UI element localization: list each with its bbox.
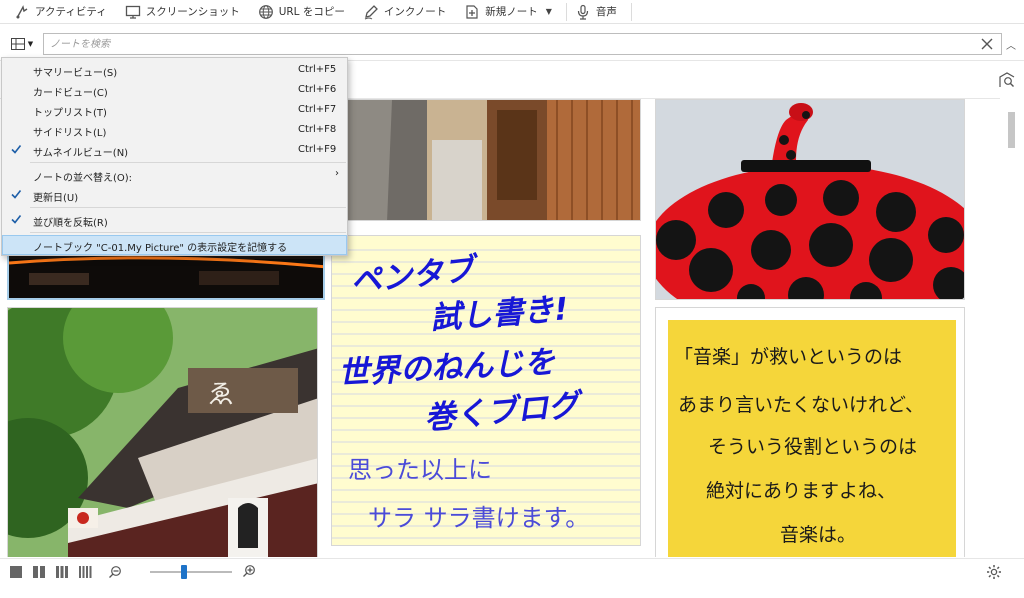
- evernote-window: アクティビティ スクリーンショット URL をコピー インクノート 新規ノート …: [0, 0, 1024, 598]
- ink-line: 巻くブログ: [423, 387, 581, 437]
- status-bar: [0, 558, 1024, 584]
- menu-separator: [30, 232, 346, 233]
- note-thumbnail[interactable]: [655, 99, 965, 300]
- three-column-icon[interactable]: [55, 565, 69, 579]
- menu-item-sort-notes[interactable]: ノートの並べ替え(O): ›: [2, 165, 347, 185]
- main-toolbar: アクティビティ スクリーンショット URL をコピー インクノート 新規ノート …: [0, 0, 1024, 24]
- grid-view-icon: [10, 38, 25, 50]
- alley-photo-image: [332, 100, 640, 220]
- search-row: ▼ ︿: [0, 31, 1024, 57]
- menu-separator: [30, 162, 346, 163]
- gear-icon[interactable]: [986, 564, 1002, 580]
- view-options-button[interactable]: ▼: [4, 33, 40, 55]
- ink-note-text: ペンタブ 試し書き! 世界のねんじを 巻くブログ 思った以上に サラ サラ書けま…: [332, 236, 640, 545]
- ink-line: あまり言いたくないけれど、: [678, 394, 925, 416]
- new-note-icon: [466, 4, 478, 19]
- ink-line: 音楽は。: [780, 524, 857, 546]
- menu-item-sort-updated[interactable]: 更新日(U): [2, 185, 347, 205]
- activity-button[interactable]: アクティビティ: [8, 1, 113, 23]
- menu-item-card-view[interactable]: カードビュー(C) Ctrl+F6: [2, 80, 347, 100]
- activity-icon: [16, 4, 28, 18]
- ink-line: 絶対にありますよね、: [706, 480, 897, 502]
- pumpkin-sculpture-image: [656, 100, 964, 299]
- menu-item-side-list[interactable]: サイドリスト(L) Ctrl+F8: [2, 120, 347, 140]
- ink-note-thumbnail[interactable]: ペンタブ 試し書き! 世界のねんじを 巻くブログ 思った以上に サラ サラ書けま…: [331, 235, 641, 546]
- ink-line: 思った以上に: [348, 456, 492, 484]
- ink-pen-icon: [364, 4, 378, 19]
- chevron-right-icon: ›: [335, 168, 339, 179]
- temple-photo-image: ゑ: [8, 308, 317, 557]
- scrollbar-thumb[interactable]: [1008, 112, 1015, 148]
- checkmark-icon: [11, 190, 22, 199]
- toolbar-divider: [630, 2, 632, 21]
- chevron-down-icon: ▼: [27, 40, 34, 48]
- two-column-icon[interactable]: [32, 565, 46, 579]
- screenshot-icon: [125, 5, 140, 19]
- audio-note-button[interactable]: 音声: [569, 1, 623, 23]
- four-column-icon[interactable]: [78, 565, 92, 579]
- ink-line: 「音楽」が救いというのは: [674, 346, 903, 368]
- search-input[interactable]: [44, 34, 964, 54]
- ink-line: サラ サラ書けます。: [368, 504, 590, 532]
- menu-item-summary-view[interactable]: サマリービュー(S) Ctrl+F5: [2, 60, 347, 80]
- note-search-box: [43, 33, 1002, 55]
- zoom-slider-thumb[interactable]: [181, 565, 188, 579]
- view-options-menu: サマリービュー(S) Ctrl+F5 カードビュー(C) Ctrl+F6 トップ…: [1, 57, 348, 256]
- menu-item-thumbnail-view[interactable]: サムネイルビュー(N) Ctrl+F9: [2, 140, 347, 160]
- zoom-in-icon[interactable]: [242, 564, 256, 578]
- copy-url-button[interactable]: URL をコピー: [252, 1, 351, 23]
- toolbar-divider: [565, 2, 567, 21]
- one-column-icon[interactable]: [9, 565, 23, 579]
- close-icon[interactable]: [979, 36, 995, 52]
- chevron-down-icon[interactable]: ▼: [546, 7, 552, 16]
- zoom-out-icon[interactable]: [108, 565, 122, 579]
- note-thumbnail[interactable]: [331, 99, 641, 221]
- ink-line: 試し書き!: [429, 291, 570, 337]
- vertical-scrollbar[interactable]: [1006, 108, 1016, 548]
- svg-text:ゑ: ゑ: [208, 380, 234, 410]
- chevron-up-icon[interactable]: ︿: [1006, 37, 1016, 52]
- search-options-icon[interactable]: [998, 71, 1016, 89]
- ink-note-thumbnail[interactable]: 「音楽」が救いというのは あまり言いたくないけれど、 そういう役割というのは 絶…: [655, 307, 965, 557]
- new-note-button[interactable]: 新規ノート ▼: [458, 1, 558, 23]
- screenshot-button[interactable]: スクリーンショット: [119, 1, 246, 23]
- checkmark-icon: [11, 215, 22, 224]
- menu-item-top-list[interactable]: トップリスト(T) Ctrl+F7: [2, 100, 347, 120]
- ink-note-text: 「音楽」が救いというのは あまり言いたくないけれど、 そういう役割というのは 絶…: [656, 308, 964, 557]
- menu-separator: [30, 207, 346, 208]
- checkmark-icon: [11, 145, 22, 154]
- ink-line: そういう役割というのは: [708, 436, 918, 458]
- ink-note-button[interactable]: インクノート: [357, 1, 452, 23]
- menu-item-reverse-order[interactable]: 並び順を反転(R): [2, 210, 347, 230]
- microphone-icon: [577, 4, 589, 20]
- zoom-slider[interactable]: [150, 571, 232, 573]
- globe-icon: [258, 4, 273, 19]
- note-thumbnail[interactable]: ゑ: [7, 307, 318, 557]
- menu-item-remember-notebook-view[interactable]: ノートブック "C-01.My Picture" の表示設定を記憶する: [2, 235, 347, 255]
